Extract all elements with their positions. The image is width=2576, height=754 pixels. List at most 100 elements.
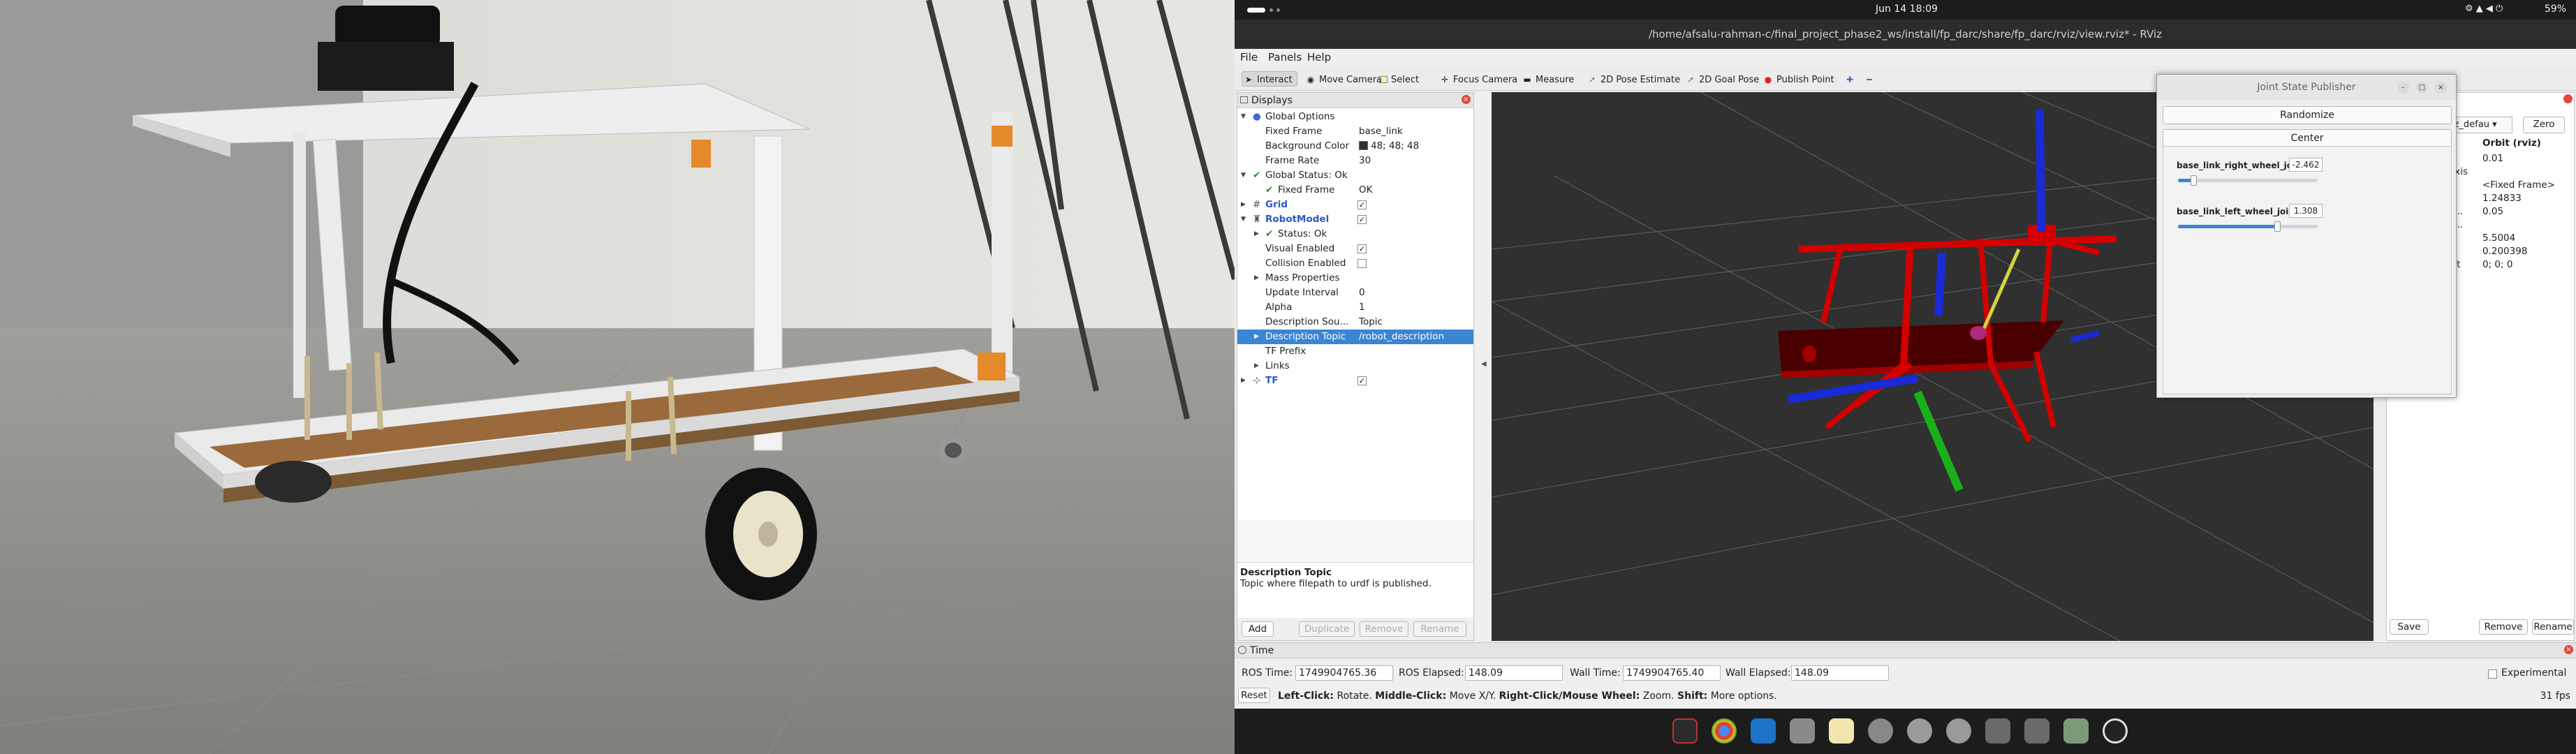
close-icon[interactable] — [2563, 94, 2573, 103]
color-swatch[interactable] — [1359, 141, 1368, 150]
tree-row-grid[interactable]: ▶ # Grid ✓ — [1237, 198, 1473, 212]
tree-row-global-options[interactable]: ▼ ● Global Options — [1237, 110, 1473, 124]
app-window-icon[interactable] — [2024, 718, 2049, 744]
view-property-value[interactable]: 0; 0; 0 — [2482, 259, 2512, 270]
ros-time-field[interactable]: 1749904765.36 — [1295, 665, 1393, 681]
maximize-icon[interactable]: □ — [2416, 82, 2428, 94]
expand-icon[interactable]: ▶ — [1254, 227, 1259, 242]
wall-elapsed-field[interactable]: 148.09 — [1791, 665, 1889, 681]
tree-value[interactable]: base_link — [1359, 124, 1403, 139]
tool-measure[interactable]: ▬ Measure — [1521, 71, 1578, 87]
tree-row-mass-properties[interactable]: ▶ Mass Properties — [1237, 271, 1473, 286]
tree-row-gs-fixed-frame[interactable]: ✔ Fixed Frame OK — [1237, 183, 1473, 198]
workspace-dot[interactable] — [1269, 8, 1273, 12]
view-property-value[interactable]: 5.5004 — [2482, 232, 2515, 244]
panel-splitter[interactable]: ◀ — [1476, 92, 1492, 641]
tree-row-robot-model[interactable]: ▼ ♜ RobotModel ✓ — [1237, 212, 1473, 227]
rviz-icon[interactable] — [1946, 718, 1971, 744]
slider-knob[interactable] — [2274, 221, 2281, 232]
app-window-icon[interactable] — [1985, 718, 2010, 744]
tf-checkbox[interactable]: ✓ — [1357, 376, 1367, 385]
robot-model-checkbox[interactable]: ✓ — [1357, 215, 1367, 224]
tree-row-update-interval[interactable]: Update Interval 0 — [1237, 286, 1473, 300]
wall-time-field[interactable]: 1749904765.40 — [1623, 665, 1721, 681]
workspace-dot[interactable] — [1276, 8, 1280, 12]
expand-icon[interactable]: ▶ — [1254, 271, 1259, 286]
view-property-value[interactable]: 0.05 — [2482, 206, 2503, 217]
view-property-value[interactable]: <Fixed Frame> — [2482, 179, 2555, 191]
expand-icon[interactable]: ▶ — [1254, 330, 1259, 344]
view-property-value[interactable]: 0.200398 — [2482, 246, 2527, 257]
tree-row-status-ok[interactable]: ▶ ✔ Status: Ok — [1237, 227, 1473, 242]
randomize-button[interactable]: Randomize — [2163, 106, 2452, 124]
rviz-icon[interactable] — [1907, 718, 1932, 744]
expand-icon[interactable]: ▼ — [1241, 212, 1246, 227]
center-button[interactable]: Center — [2163, 129, 2452, 147]
tool-publish-point[interactable]: ● Publish Point — [1762, 71, 1839, 87]
expand-icon[interactable]: ▼ — [1241, 110, 1246, 124]
collision-enabled-checkbox[interactable] — [1357, 259, 1367, 268]
tree-row-description-source[interactable]: Description Sou... Topic — [1237, 315, 1473, 330]
tree-value[interactable]: 30 — [1359, 154, 1371, 168]
tree-value[interactable]: 48; 48; 48 — [1359, 139, 1419, 154]
tool-interact[interactable]: ➤ Interact — [1242, 71, 1297, 87]
tree-row-tf[interactable]: ▶ ⊹ TF ✓ — [1237, 374, 1473, 388]
collapse-arrow-icon[interactable]: ◀ — [1481, 360, 1487, 368]
text-editor-icon[interactable] — [1829, 718, 1854, 744]
tree-row-tf-prefix[interactable]: TF Prefix — [1237, 344, 1473, 359]
expand-icon[interactable]: ▼ — [1241, 168, 1246, 183]
view-property-value[interactable]: 1.24833 — [2482, 193, 2522, 204]
tree-value[interactable]: 1 — [1359, 300, 1365, 315]
tool-pose-estimate[interactable]: ➚ 2D Pose Estimate — [1586, 71, 1684, 87]
save-button[interactable]: Save — [2390, 619, 2429, 635]
activities-indicator[interactable] — [1247, 8, 1265, 13]
settings-icon[interactable] — [1868, 718, 1893, 744]
tool-move-camera[interactable]: ◉ Move Camera — [1304, 71, 1386, 87]
tree-value[interactable]: /robot_description — [1359, 330, 1444, 344]
zero-button[interactable]: Zero — [2523, 117, 2565, 133]
tool-focus-camera[interactable]: ✛ Focus Camera — [1438, 71, 1522, 87]
view-type-select[interactable]: iz_defau ▾ — [2448, 117, 2512, 133]
tool-goal-pose[interactable]: ➚ 2D Goal Pose — [1684, 71, 1763, 87]
reset-button[interactable]: Reset — [1238, 688, 1270, 703]
duplicate-button[interactable]: Duplicate — [1299, 621, 1355, 637]
view-property-value[interactable]: 0.01 — [2482, 153, 2503, 164]
clock[interactable]: Jun 14 18:09 — [1876, 3, 1938, 15]
ros-elapsed-field[interactable]: 148.09 — [1465, 665, 1563, 681]
close-icon[interactable]: × — [2435, 82, 2447, 94]
joint-slider-right-wheel[interactable] — [2178, 175, 2318, 186]
terminal-icon[interactable] — [1672, 718, 1698, 744]
joint-value-right-wheel[interactable]: -2.462 — [2289, 158, 2323, 172]
rename-button[interactable]: Rename — [1413, 621, 1466, 637]
minimize-icon[interactable]: – — [2397, 82, 2409, 94]
visual-enabled-checkbox[interactable]: ✓ — [1357, 244, 1367, 253]
tree-row-description-topic[interactable]: ▶ Description Topic/robot_description — [1237, 330, 1473, 344]
tree-row-frame-rate[interactable]: Frame Rate 30 — [1237, 154, 1473, 168]
tree-row-background-color[interactable]: Background Color 48; 48; 48 — [1237, 139, 1473, 154]
grid-checkbox[interactable]: ✓ — [1357, 200, 1367, 209]
add-tool-button[interactable]: ✚ — [1843, 71, 1859, 87]
vscode-icon[interactable] — [1751, 718, 1776, 744]
battery-level[interactable]: 59% — [2545, 3, 2566, 15]
chrome-icon[interactable] — [1712, 718, 1737, 744]
add-button[interactable]: Add — [1242, 621, 1274, 637]
tree-value[interactable]: Topic — [1359, 315, 1383, 330]
tree-row-visual-enabled[interactable]: Visual Enabled ✓ — [1237, 242, 1473, 256]
tree-value[interactable]: 0 — [1359, 286, 1365, 300]
files-icon[interactable] — [1790, 718, 1815, 744]
experimental-checkbox[interactable] — [2488, 670, 2497, 679]
tree-row-links[interactable]: ▶ Links — [1237, 359, 1473, 374]
tool-select[interactable]: Select — [1378, 71, 1423, 87]
slider-knob[interactable] — [2191, 175, 2197, 186]
remove-button[interactable]: Remove — [1360, 621, 1408, 637]
expand-icon[interactable]: ▶ — [1241, 374, 1246, 388]
tree-row-alpha[interactable]: Alpha 1 — [1237, 300, 1473, 315]
expand-icon[interactable]: ▶ — [1254, 359, 1259, 374]
close-icon[interactable]: × — [1462, 95, 1471, 104]
app-grid-icon[interactable] — [2103, 718, 2128, 744]
remove-tool-button[interactable]: ━ — [1863, 71, 1878, 87]
tree-row-global-status[interactable]: ▼ ✔ Global Status: Ok — [1237, 168, 1473, 183]
menu-panels[interactable]: Panels — [1268, 51, 1302, 64]
tray-icons[interactable]: ⚙ ▲ ◀ ⏻ — [2465, 3, 2503, 14]
remove-view-button[interactable]: Remove — [2479, 619, 2528, 635]
